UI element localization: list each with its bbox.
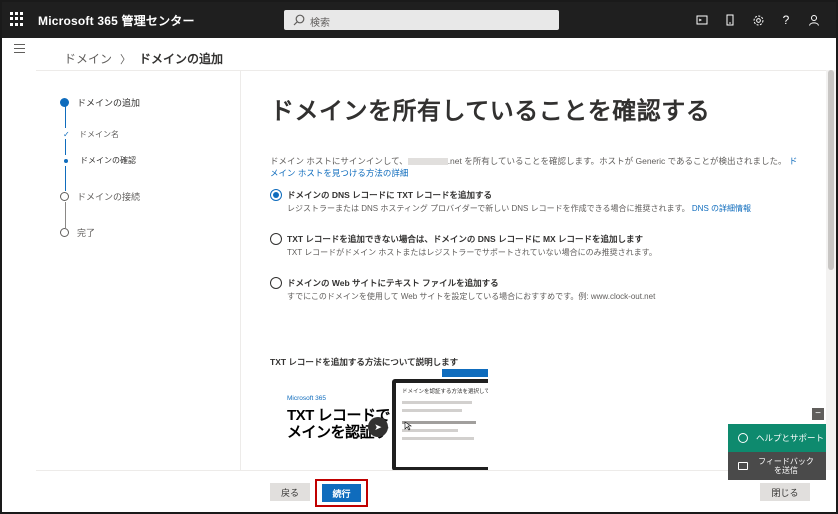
video-screen-title: ドメインを認証する方法を選択してく <box>402 389 488 395</box>
step-active-dot-icon <box>60 98 69 107</box>
radio-txt-record[interactable] <box>270 189 282 201</box>
option-title: ドメインの DNS レコードに TXT レコードを追加する <box>287 190 492 200</box>
app-launcher-icon[interactable] <box>10 12 24 26</box>
step-label: ドメインの接続 <box>77 192 141 202</box>
screen-line <box>402 409 462 412</box>
breadcrumb: ドメイン 〉 ドメインの追加 <box>64 50 223 67</box>
feedback-label-line: を送信 <box>774 466 798 475</box>
top-bar: Microsoft 365 管理センター 検索 ? <box>2 2 836 38</box>
search-box[interactable]: 検索 <box>284 10 559 30</box>
step-label: ドメインの追加 <box>77 98 141 108</box>
feedback-button[interactable]: フィードバック を送信 <box>728 452 826 480</box>
radio-mx-record[interactable] <box>270 233 282 245</box>
option-desc: レジストラーまたは DNS ホスティング プロバイダーで新しい DNS レコード… <box>287 203 751 214</box>
search-placeholder: 検索 <box>310 18 330 29</box>
minimize-help-button[interactable]: − <box>812 408 824 420</box>
step-pending-dot-icon <box>60 192 69 201</box>
back-button[interactable]: 戻る <box>270 483 310 501</box>
continue-button[interactable]: 続行 <box>322 484 361 502</box>
step-connector <box>65 106 66 128</box>
top-bar-actions: ? <box>688 11 828 29</box>
screen-line <box>402 421 476 424</box>
search-icon <box>293 14 305 26</box>
desc-text: .net を所有していることを確認します。ホストが Generic であることが… <box>447 156 787 166</box>
option-title: TXT レコードを追加できない場合は、ドメインの DNS レコードに MX レコ… <box>287 234 644 244</box>
verification-description: ドメイン ホストにサインインして、 .net を所有していることを確認します。ホス… <box>270 155 804 179</box>
video-screen-content: ドメインを認証する方法を選択してく <box>396 383 488 467</box>
cursor-icon <box>404 421 412 431</box>
breadcrumb-chevron-icon: 〉 <box>120 53 132 66</box>
close-button[interactable]: 閉じる <box>760 483 810 501</box>
highlight-box: 続行 <box>315 479 368 507</box>
scrollbar-thumb[interactable] <box>828 70 834 270</box>
video-brand: Microsoft 365 <box>287 395 327 402</box>
substep-label: ドメイン名 <box>79 130 119 139</box>
option-desc: すでにこのドメインを使用して Web サイトを設定している場合におすすめです。例… <box>287 292 656 301</box>
content-scrollbar[interactable] <box>826 70 836 470</box>
option-desc-text: レジストラーまたは DNS ホスティング プロバイダーで新しい DNS レコード… <box>287 204 690 213</box>
help-support-label: ヘルプとサポート <box>756 433 825 443</box>
help-support-button[interactable]: ヘルプとサポート <box>728 424 826 452</box>
wizard-panel: ドメインの追加 ✓ ドメイン名 ドメインの確認 ドメインの接続 完了 ドメインを… <box>36 70 826 471</box>
video-heading: TXT レコードを追加する方法について説明します <box>270 357 459 367</box>
mobile-icon[interactable] <box>716 11 744 29</box>
help-icon[interactable]: ? <box>772 11 800 29</box>
user-icon[interactable] <box>800 11 828 29</box>
breadcrumb-domains-link[interactable]: ドメイン <box>64 50 112 67</box>
step-connector <box>65 202 66 228</box>
desc-text: ドメイン ホストにサインインして、 <box>270 156 408 166</box>
current-substep-dot-icon <box>64 158 68 163</box>
help-circle-icon <box>738 433 748 443</box>
dns-info-link[interactable]: DNS の詳細情報 <box>692 204 751 213</box>
redacted-domain <box>407 158 448 166</box>
play-icon[interactable]: ➤ <box>368 417 388 437</box>
step-label: 完了 <box>77 228 96 238</box>
screen-line <box>402 401 472 404</box>
app-window: Microsoft 365 管理センター 検索 ? ドメイン 〉 ドメインの追加… <box>0 0 838 514</box>
option-desc: TXT レコードがドメイン ホストまたはレジストラーでサポートされていない場合に… <box>287 248 657 257</box>
wizard-footer: 戻る 続行 閉じる <box>36 470 826 512</box>
option-title: ドメインの Web サイトにテキスト ファイルを追加する <box>287 278 499 288</box>
step-connector <box>65 139 66 155</box>
video-accent-bar <box>442 369 488 377</box>
substep-verify-domain[interactable]: ドメインの確認 <box>63 155 136 166</box>
video-laptop-screen: ドメインを認証する方法を選択してく <box>392 379 488 471</box>
step-connector <box>65 166 66 191</box>
step-add-domain[interactable]: ドメインの追加 <box>60 96 140 109</box>
step-finish[interactable]: 完了 <box>60 226 95 239</box>
feedback-label: フィードバック を送信 <box>758 457 814 475</box>
feedback-label-line: フィードバック <box>758 457 814 466</box>
substep-label: ドメインの確認 <box>80 156 136 165</box>
page-title: ドメインを所有していることを確認する <box>270 98 711 125</box>
breadcrumb-current: ドメインの追加 <box>139 52 224 66</box>
wizard-stepper: ドメインの追加 ✓ ドメイン名 ドメインの確認 ドメインの接続 完了 <box>36 71 241 471</box>
step-connect-domain[interactable]: ドメインの接続 <box>60 190 140 203</box>
gear-icon[interactable] <box>744 11 772 29</box>
video-thumbnail[interactable]: Microsoft 365 TXT レコードでド メインを認証す ドメインを認証… <box>270 369 488 471</box>
app-title[interactable]: Microsoft 365 管理センター <box>38 12 195 29</box>
nav-menu-icon[interactable] <box>14 44 25 53</box>
screen-line <box>402 437 474 440</box>
feedback-icon <box>738 462 748 470</box>
radio-text-file[interactable] <box>270 277 282 289</box>
step-pending-dot-icon <box>60 228 69 237</box>
wizard-content: ドメインを所有していることを確認する ドメイン ホストにサインインして、 .net… <box>270 71 826 471</box>
terminal-icon[interactable] <box>688 11 716 29</box>
substep-domain-name[interactable]: ✓ ドメイン名 <box>63 129 119 140</box>
checkmark-icon: ✓ <box>63 130 70 139</box>
